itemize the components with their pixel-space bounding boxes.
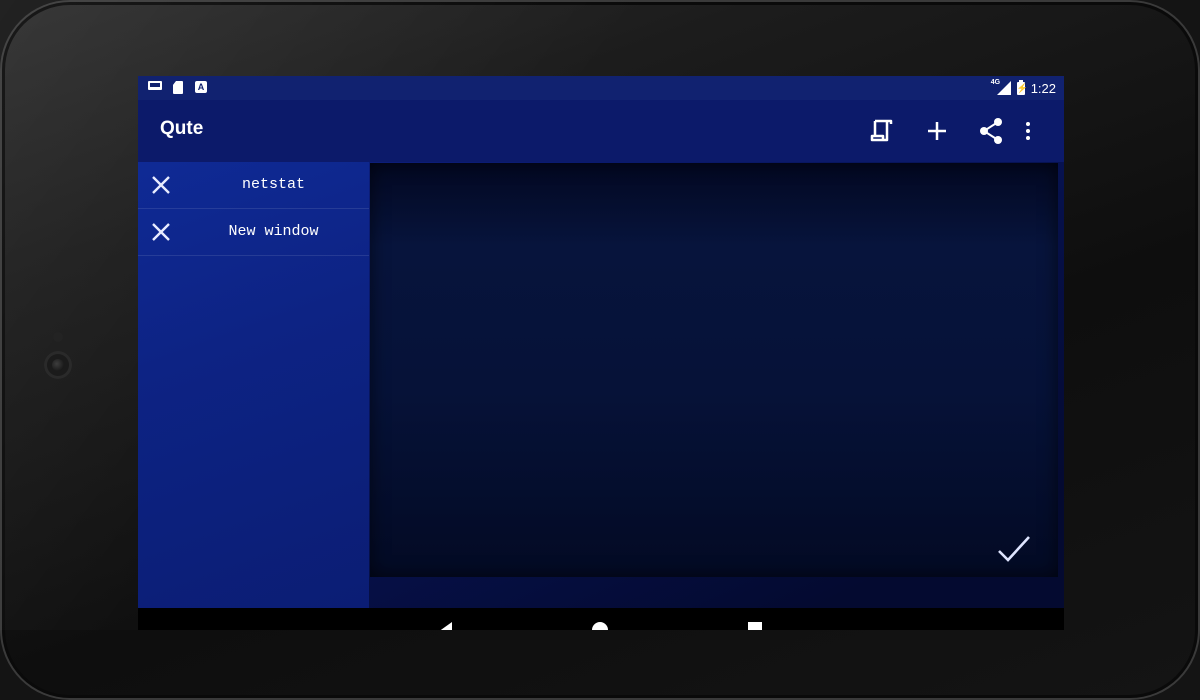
more-vert-icon: [1026, 122, 1030, 140]
add-tab-button[interactable]: [920, 114, 954, 148]
clock: 1:22: [1030, 80, 1056, 96]
share-icon: [980, 118, 1002, 144]
status-bar: A 4G 1:22: [138, 76, 1064, 100]
tab-label: New window: [228, 223, 319, 240]
light-sensor: [53, 332, 63, 342]
scroll-button[interactable]: [865, 114, 899, 148]
signal-icon: 4G: [991, 79, 1011, 95]
sd-card-icon: [173, 81, 183, 94]
tab-item[interactable]: New window: [138, 209, 369, 256]
share-button[interactable]: [974, 114, 1008, 148]
main-content: netstat New window: [138, 162, 1064, 630]
recent-apps-icon[interactable]: [748, 622, 762, 630]
app-bar: Qute: [138, 100, 1064, 162]
tab-item[interactable]: netstat: [138, 162, 369, 209]
laptop-icon: [148, 81, 162, 90]
tab-drawer: netstat New window: [138, 162, 369, 608]
battery-charging-icon: [1016, 79, 1025, 95]
back-icon[interactable]: [438, 622, 452, 630]
app-title: Qute: [160, 118, 204, 139]
overflow-menu-button[interactable]: [1018, 114, 1038, 148]
close-icon[interactable]: [149, 173, 173, 197]
terminal-view[interactable]: [370, 163, 1058, 577]
status-right: 4G 1:22: [991, 79, 1056, 97]
check-icon[interactable]: [992, 527, 1036, 571]
tab-label: netstat: [241, 176, 305, 193]
navigation-bar: [138, 608, 1064, 630]
close-icon[interactable]: [149, 220, 173, 244]
device-screen: A 4G 1:22 Qute: [138, 76, 1064, 630]
front-camera: [44, 351, 72, 379]
home-icon[interactable]: [592, 622, 608, 630]
plus-icon: [928, 122, 946, 140]
network-type: 4G: [990, 79, 1001, 86]
font-a-icon: A: [195, 81, 207, 93]
scroll-icon: [870, 119, 893, 142]
